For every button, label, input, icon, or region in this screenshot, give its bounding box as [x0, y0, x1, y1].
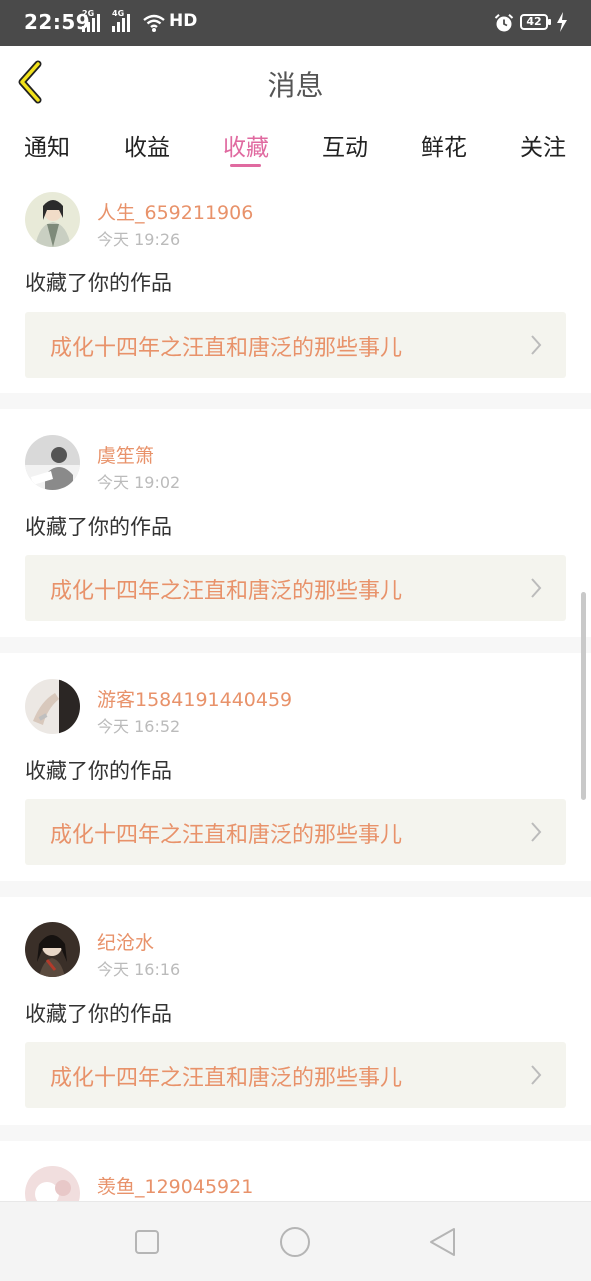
work-title: 成化十四年之汪直和唐泛的那些事儿	[50, 823, 403, 848]
wifi-icon	[143, 14, 165, 32]
tab-follows[interactable]: 关注	[493, 128, 591, 162]
tab-earnings[interactable]: 收益	[97, 128, 197, 162]
action-text: 收藏了你的作品	[25, 271, 172, 295]
divider	[0, 1125, 591, 1141]
username[interactable]: 纪沧水	[97, 928, 154, 955]
home-circle-icon	[280, 1227, 310, 1257]
work-link[interactable]: 成化十四年之汪直和唐泛的那些事儿	[25, 555, 566, 621]
avatar[interactable]	[25, 192, 80, 247]
avatar[interactable]	[25, 922, 80, 977]
work-link[interactable]: 成化十四年之汪直和唐泛的那些事儿	[25, 799, 566, 865]
signal-4g-label: 4G	[112, 9, 125, 18]
work-link[interactable]: 成化十四年之汪直和唐泛的那些事儿	[25, 1042, 566, 1108]
username[interactable]: 人生_659211906	[97, 198, 253, 225]
notification-card: 人生_659211906 今天 19:26 收藏了你的作品 成化十四年之汪直和唐…	[0, 175, 591, 393]
action-text: 收藏了你的作品	[25, 515, 172, 539]
scrollbar[interactable]	[581, 592, 586, 800]
page-title: 消息	[267, 69, 324, 102]
avatar[interactable]	[25, 679, 80, 734]
battery-level: 42	[526, 15, 542, 28]
work-title: 成化十四年之汪直和唐泛的那些事儿	[50, 579, 403, 604]
tab-interactions[interactable]: 互动	[295, 128, 395, 162]
status-time: 22:59	[24, 10, 91, 34]
recents-square-icon	[135, 1230, 159, 1254]
tab-favorites[interactable]: 收藏	[196, 128, 296, 162]
username[interactable]: 羡鱼_129045921	[97, 1172, 253, 1199]
timestamp: 今天 19:26	[97, 230, 181, 249]
timestamp: 今天 16:16	[97, 960, 181, 979]
action-text: 收藏了你的作品	[25, 759, 172, 783]
action-text: 收藏了你的作品	[25, 1002, 172, 1026]
notification-card: 羡鱼_129045921	[0, 1141, 591, 1201]
alarm-icon	[494, 14, 514, 32]
app-header: 消息	[0, 46, 591, 119]
system-nav-bar	[0, 1201, 591, 1281]
tab-notifications[interactable]: 通知	[0, 128, 97, 162]
charging-icon	[557, 12, 567, 32]
avatar[interactable]	[25, 435, 80, 490]
recents-button[interactable]	[129, 1224, 165, 1260]
divider	[0, 393, 591, 409]
battery-icon: 42	[520, 14, 551, 30]
avatar[interactable]	[25, 1166, 80, 1201]
nav-back-button[interactable]	[425, 1224, 461, 1260]
signal-4g-icon: 4G	[112, 9, 130, 32]
notification-card: 游客1584191440459 今天 16:52 收藏了你的作品 成化十四年之汪…	[0, 653, 591, 881]
chevron-right-icon	[531, 578, 542, 598]
signal-2g-icon: 2G	[82, 9, 100, 32]
notification-card: 纪沧水 今天 16:16 收藏了你的作品 成化十四年之汪直和唐泛的那些事儿	[0, 897, 591, 1125]
username[interactable]: 游客1584191440459	[97, 685, 292, 712]
timestamp: 今天 16:52	[97, 717, 181, 736]
signal-2g-label: 2G	[82, 9, 95, 18]
chevron-right-icon	[531, 1065, 542, 1085]
work-title: 成化十四年之汪直和唐泛的那些事儿	[50, 336, 403, 361]
notification-card: 虞笙箫 今天 19:02 收藏了你的作品 成化十四年之汪直和唐泛的那些事儿	[0, 409, 591, 637]
timestamp: 今天 19:02	[97, 473, 181, 492]
chevron-right-icon	[531, 335, 542, 355]
home-button[interactable]	[277, 1224, 313, 1260]
username[interactable]: 虞笙箫	[97, 441, 154, 468]
divider	[0, 881, 591, 897]
network-hd-label: HD	[169, 11, 198, 31]
message-tabs: 通知 收益 收藏 互动 鲜花 关注	[0, 118, 591, 174]
chevron-right-icon	[531, 822, 542, 842]
work-link[interactable]: 成化十四年之汪直和唐泛的那些事儿	[25, 312, 566, 378]
tab-flowers[interactable]: 鲜花	[394, 128, 494, 162]
divider	[0, 637, 591, 653]
status-bar: 22:59 2G 4G HD 42	[0, 0, 591, 46]
work-title: 成化十四年之汪直和唐泛的那些事儿	[50, 1066, 403, 1091]
back-triangle-icon	[430, 1228, 455, 1256]
active-tab-indicator	[230, 164, 261, 167]
